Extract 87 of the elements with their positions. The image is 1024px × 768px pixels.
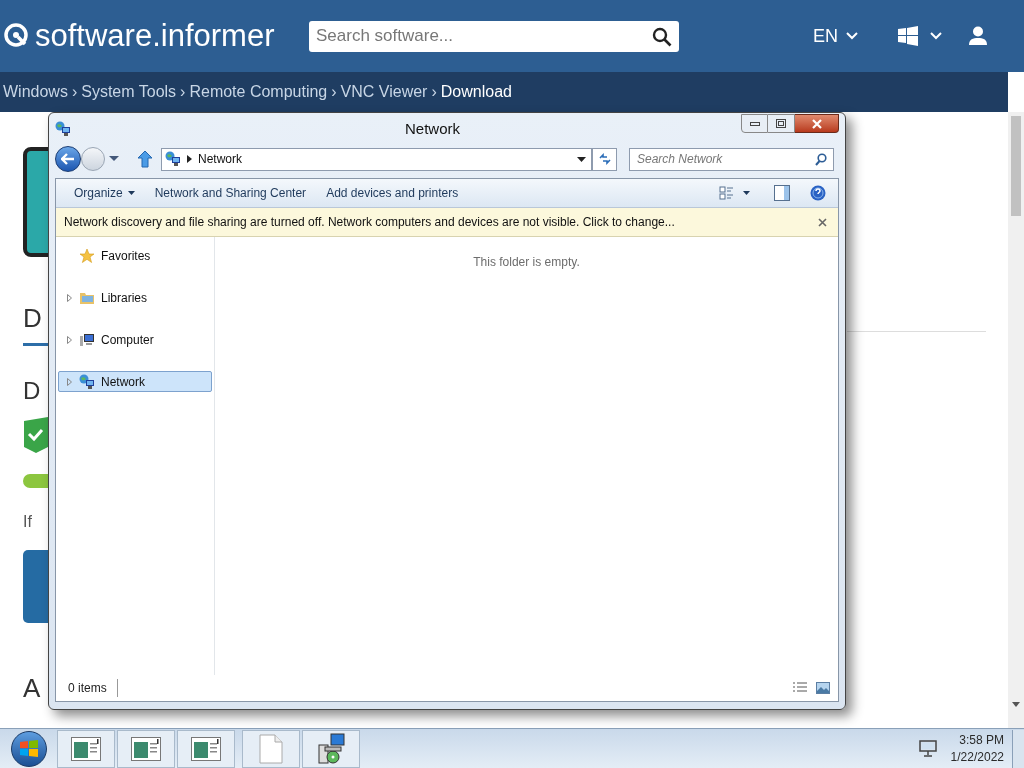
close-icon[interactable]	[818, 217, 827, 227]
nav-item[interactable]: Computer	[58, 329, 212, 350]
window-title: Network	[405, 119, 460, 139]
nav-item[interactable]: Favorites	[58, 245, 212, 266]
preview-pane-icon[interactable]	[774, 185, 790, 201]
history-caret-icon[interactable]	[109, 156, 119, 162]
scrollbar-thumb[interactable]	[1011, 116, 1021, 216]
breadcrumb-link[interactable]: Remote Computing	[189, 80, 328, 104]
page-text: If	[23, 514, 32, 530]
window-icon	[55, 120, 71, 137]
window-icon	[131, 736, 161, 761]
file-icon	[259, 733, 283, 764]
clock-date: 1/22/2022	[950, 748, 1004, 766]
scroll-down-icon[interactable]	[1012, 702, 1020, 708]
nav-item[interactable]: Network	[58, 371, 212, 392]
scrollbar[interactable]	[1008, 112, 1024, 728]
breadcrumb-link[interactable]: Download	[440, 80, 512, 104]
taskbar-button[interactable]	[57, 729, 115, 768]
chevron-down-icon	[846, 32, 858, 40]
address-bar[interactable]: Network	[161, 147, 592, 171]
search-icon[interactable]	[815, 152, 827, 166]
installer-icon	[315, 732, 347, 765]
address-segment[interactable]: Network	[198, 150, 242, 168]
view-options-icon	[719, 186, 735, 200]
computer-icon	[79, 331, 95, 348]
star-icon	[79, 247, 95, 264]
windows-logo-icon	[19, 738, 39, 759]
item-count: 0 items	[68, 679, 118, 697]
maximize-icon	[776, 119, 786, 128]
nav-item[interactable]: Libraries	[58, 287, 212, 308]
window-icon	[191, 736, 221, 761]
maximize-button[interactable]	[768, 114, 795, 133]
back-arrow-icon	[61, 153, 75, 165]
taskbar-button[interactable]	[302, 729, 360, 768]
user-icon[interactable]	[968, 26, 988, 46]
network-icon	[79, 373, 95, 390]
expand-icon[interactable]	[67, 293, 72, 302]
minimize-icon	[749, 121, 760, 126]
dropdown-caret-icon[interactable]	[577, 156, 586, 162]
window-icon	[71, 736, 101, 761]
expand-icon[interactable]	[67, 377, 72, 386]
breadcrumb-separator: ›	[430, 82, 438, 102]
refresh-icon	[597, 153, 612, 165]
breadcrumb-separator: ›	[70, 82, 79, 102]
caret-icon	[743, 191, 750, 195]
page-heading: D	[23, 305, 42, 331]
taskbar-button[interactable]	[117, 729, 175, 768]
toolbar-button[interactable]: Organize	[66, 181, 143, 205]
breadcrumb-link[interactable]: VNC Viewer	[340, 80, 428, 104]
minimize-button[interactable]	[741, 114, 768, 133]
info-bar[interactable]: Network discovery and file sharing are turned off. Network computers and devices are not visible. Click to change...	[56, 208, 838, 237]
breadcrumb-separator: ›	[330, 82, 338, 102]
search-field[interactable]: Search software...	[309, 20, 679, 52]
close-button[interactable]	[795, 114, 839, 133]
section-heading: A	[23, 675, 41, 701]
windows-logo-icon	[898, 26, 918, 46]
back-button[interactable]	[55, 146, 81, 172]
breadcrumb-link[interactable]: System Tools	[81, 80, 177, 104]
platform-selector[interactable]	[898, 26, 942, 46]
clock-time: 3:58 PM	[959, 731, 1004, 749]
language-selector[interactable]: EN	[813, 22, 858, 50]
taskbar-button[interactable]	[177, 729, 235, 768]
empty-folder-message: This folder is empty.	[473, 254, 580, 269]
search-box[interactable]: Search Network	[629, 147, 834, 171]
breadcrumb-separator: ›	[179, 82, 187, 102]
search-icon[interactable]	[652, 26, 672, 47]
breadcrumb-link[interactable]: Windows	[3, 80, 68, 104]
refresh-button[interactable]	[592, 147, 617, 171]
site-logo[interactable]: software.informer	[35, 12, 275, 60]
toolbar-button[interactable]: Add devices and printers	[318, 181, 467, 205]
logo-icon	[3, 22, 31, 50]
breadcrumb-arrow-icon[interactable]	[187, 155, 192, 163]
clock[interactable]: 3:58 PM 1/22/2022	[950, 731, 1004, 766]
section-heading: D	[23, 379, 41, 403]
start-button[interactable]	[11, 730, 47, 767]
network-status-icon[interactable]	[918, 739, 937, 758]
close-icon	[811, 118, 822, 129]
view-options-button[interactable]	[719, 186, 750, 200]
shield-icon	[23, 416, 48, 454]
location-icon	[165, 151, 181, 167]
help-icon[interactable]	[810, 185, 826, 201]
chevron-down-icon	[930, 32, 942, 40]
info-bar-message[interactable]: Network discovery and file sharing are turned off. Network computers and devices are not visible. Click to change...	[64, 213, 675, 231]
up-arrow-icon[interactable]	[137, 150, 153, 168]
expand-icon[interactable]	[67, 335, 72, 344]
large-icons-view-icon[interactable]	[816, 682, 830, 694]
toolbar-button[interactable]: Network and Sharing Center	[146, 181, 315, 205]
